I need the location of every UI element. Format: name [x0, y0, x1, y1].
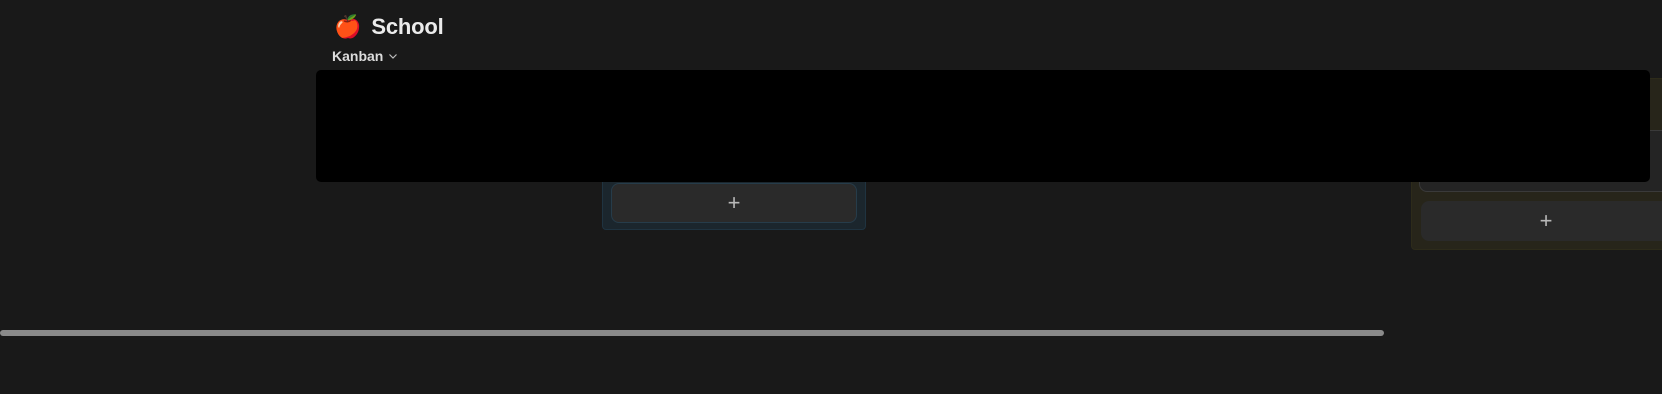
plus-icon: + [727, 190, 741, 215]
view-label: Kanban [332, 48, 384, 64]
plus-icon: + [1539, 208, 1553, 233]
horizontal-scrollbar[interactable] [0, 329, 1662, 337]
page-header: 🍎 School [334, 14, 444, 40]
page-title[interactable]: School [371, 14, 443, 40]
apple-icon[interactable]: 🍎 [334, 16, 361, 38]
add-card-button[interactable]: + [611, 183, 857, 223]
view-switcher[interactable]: Kanban [332, 48, 398, 64]
chevron-down-icon [389, 54, 398, 59]
scrollbar-thumb[interactable] [0, 330, 1384, 336]
redacted-region [316, 70, 1650, 182]
add-card-button[interactable]: + [1421, 201, 1662, 241]
kanban-page: 🍎 School Kanban + + [0, 0, 1662, 394]
